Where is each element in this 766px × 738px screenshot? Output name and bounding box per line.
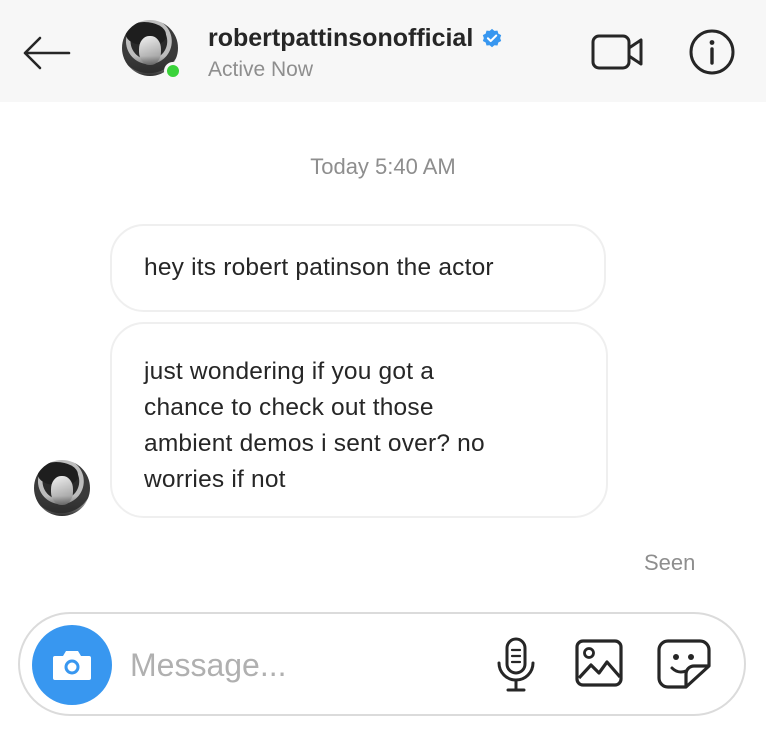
info-icon: [689, 29, 735, 75]
sender-avatar[interactable]: [34, 460, 90, 516]
gallery-icon: [575, 639, 623, 687]
microphone-icon: [497, 637, 535, 692]
microphone-button[interactable]: [494, 636, 538, 694]
back-button[interactable]: [18, 28, 74, 78]
video-camera-icon: [591, 34, 643, 70]
online-indicator: [164, 62, 182, 80]
sticker-icon: [657, 639, 711, 689]
incoming-message-bubble[interactable]: just wondering if you got a chance to ch…: [110, 322, 608, 518]
username-text: robertpattinsonofficial: [208, 24, 474, 52]
chat-header: robertpattinsonofficial Active Now: [0, 0, 766, 102]
info-button[interactable]: [688, 28, 736, 76]
camera-button[interactable]: [32, 625, 112, 705]
message-composer: [18, 612, 746, 716]
message-timestamp: Today 5:40 AM: [310, 154, 456, 179]
contact-username[interactable]: robertpattinsonofficial: [208, 24, 503, 53]
message-text-line: chance to check out those: [144, 394, 434, 421]
message-text-line: ambient demos i sent over? no: [144, 430, 485, 457]
verified-badge-icon: [483, 28, 502, 47]
message-text-line: worries if not: [144, 466, 286, 493]
message-text: hey its robert patinson the actor: [144, 254, 494, 281]
back-arrow-icon: [23, 36, 71, 70]
gallery-button[interactable]: [574, 638, 626, 688]
message-text-line: just wondering if you got a: [144, 358, 435, 385]
camera-icon: [53, 651, 91, 680]
active-status: Active Now: [208, 58, 314, 81]
incoming-message-bubble[interactable]: hey its robert patinson the actor: [110, 224, 606, 312]
sticker-button[interactable]: [656, 638, 712, 690]
message-input[interactable]: [128, 636, 472, 694]
seen-receipt: Seen: [644, 550, 696, 575]
video-call-button[interactable]: [590, 30, 646, 74]
